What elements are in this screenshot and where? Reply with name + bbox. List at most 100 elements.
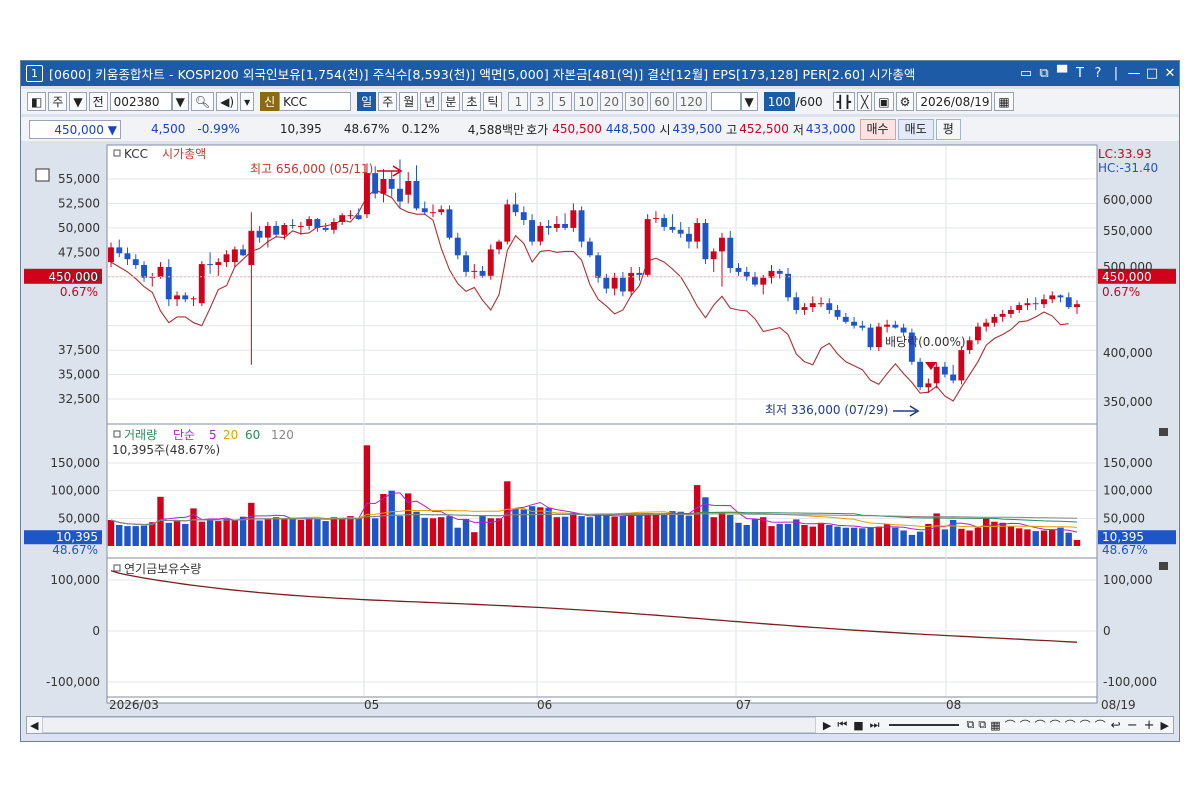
zoom-slider[interactable] (888, 724, 959, 726)
window-number: 1 (26, 65, 43, 82)
draw-icon-7[interactable]: ⌒ (1095, 717, 1106, 733)
volume-bar (677, 511, 684, 546)
search-icon[interactable]: 🔍︎ (190, 92, 215, 111)
candle-body (496, 241, 502, 250)
maximize-icon[interactable]: □ (1143, 66, 1161, 81)
volume-bar (380, 494, 387, 546)
draw-icon-5[interactable]: ⌒ (1065, 717, 1076, 733)
copy-window-icon[interactable]: ⧉ (1035, 66, 1053, 81)
market-select[interactable]: 주 (48, 92, 68, 111)
volume-bar (694, 485, 701, 546)
speaker-dropdown-icon[interactable]: ▾ (240, 92, 255, 111)
buy-button[interactable]: 매수 (859, 118, 896, 140)
interval-30[interactable]: 30 (625, 92, 649, 111)
candle-body (719, 237, 725, 252)
market-dropdown-icon[interactable]: ▼ (69, 92, 87, 111)
volume-bar (264, 518, 272, 546)
volume-bar (314, 518, 321, 546)
close-icon[interactable]: ✕ (1161, 66, 1179, 81)
volume-ratio: 48.67% (343, 122, 390, 136)
interval-10[interactable]: 10 (574, 92, 598, 111)
volume-last-text: 10,395주(48.67%) (112, 443, 220, 457)
prev-button[interactable]: 전 (88, 92, 108, 111)
period-tick-tab[interactable]: 틱 (483, 92, 503, 111)
period-month-tab[interactable]: 월 (399, 92, 419, 111)
chart-scrollbar[interactable]: ◀ ▶ ⏮ ■ ⏭ ⧉ ⧉ ▦ ⌒ ⌒ ⌒ ⌒ ⌒ ⌒ ⌒ ↩ − + ▶ (26, 716, 1174, 734)
zoom-out-icon[interactable]: − (1127, 718, 1138, 733)
indicator-icon[interactable]: ┫┣ (832, 92, 856, 111)
count-input[interactable]: 100 (763, 92, 795, 111)
interval-3[interactable]: 3 (530, 92, 551, 111)
open-price: 439,500 (672, 122, 723, 136)
candle-body (339, 215, 346, 222)
volume-bar (958, 528, 965, 546)
zoom-in-icon[interactable]: + (1144, 718, 1155, 733)
draw-icon-4[interactable]: ⌒ (1050, 717, 1061, 733)
zoom-reset-icon[interactable]: ↩ (1111, 718, 1121, 732)
current-volume-left: 10,395 (56, 530, 98, 544)
settings-icon[interactable]: ⚙ (895, 92, 915, 111)
tool-icon-3[interactable]: ▦ (990, 719, 1000, 732)
volume-bar (272, 517, 280, 546)
candle-body (132, 259, 139, 266)
scroll-track[interactable] (42, 717, 816, 733)
draw-icon-2[interactable]: ⌒ (1020, 717, 1031, 733)
calendar-icon[interactable]: ▦ (994, 92, 1014, 111)
save-icon[interactable]: ▣ (874, 92, 894, 111)
period-week-tab[interactable]: 주 (378, 92, 398, 111)
minimize-icon[interactable]: — (1125, 66, 1143, 81)
tool-icon-1[interactable]: ⧉ (967, 718, 975, 732)
legend-stock-name: KCC (124, 147, 148, 161)
scroll-right-icon[interactable]: ▶ (823, 719, 831, 732)
candle-body (438, 209, 445, 213)
draw-icon-1[interactable]: ⌒ (1005, 717, 1016, 733)
interval-5[interactable]: 5 (552, 92, 573, 111)
interval-120[interactable]: 120 (675, 92, 707, 111)
interval-60[interactable]: 60 (650, 92, 674, 111)
sell-button[interactable]: 매도 (897, 118, 934, 140)
volume-bar (438, 517, 445, 546)
candle-body (190, 298, 197, 300)
scroll-left-icon[interactable]: ◀ (30, 719, 38, 732)
price-axis-label-left: 35,000 (58, 368, 100, 382)
layout-icon[interactable]: ▭ (1017, 66, 1035, 81)
candle-body (595, 255, 602, 278)
date-input[interactable]: 2026/08/19 (916, 92, 993, 111)
current-price-left: 450,000 (48, 270, 98, 284)
candle-body (900, 327, 907, 333)
eval-button[interactable]: 평 (935, 118, 961, 140)
code-dropdown-icon[interactable]: ▼ (171, 92, 189, 111)
tool-icon-2[interactable]: ⧉ (978, 718, 986, 732)
period-second-tab[interactable]: 초 (462, 92, 482, 111)
interval-1[interactable]: 1 (508, 92, 529, 111)
interval-20[interactable]: 20 (599, 92, 624, 111)
chart-area[interactable]: KCC 시가총액 최고 656,000 (05/11) 최저 336,000 (… (21, 143, 1179, 713)
period-year-tab[interactable]: 년 (420, 92, 440, 111)
interval-custom-input[interactable] (710, 92, 741, 111)
speaker-icon[interactable]: ◀) (216, 92, 239, 111)
period-day-tab[interactable]: 일 (357, 92, 377, 111)
trend-icon[interactable]: ╳ (857, 92, 873, 111)
rewind-icon[interactable]: ⏮ (837, 718, 847, 732)
candle-body (933, 366, 940, 384)
stop-icon[interactable]: ■ (853, 719, 863, 732)
draw-icon-3[interactable]: ⌒ (1035, 717, 1046, 733)
panel-toggle-icon[interactable]: ◧ (27, 92, 47, 111)
font-icon[interactable]: T (1071, 66, 1089, 81)
period-minute-tab[interactable]: 분 (441, 92, 461, 111)
stock-code-input[interactable]: 002380 (109, 92, 172, 111)
pin-icon[interactable]: ▀ (1053, 66, 1071, 81)
interval-dropdown-icon[interactable]: ▼ (740, 92, 758, 111)
candle-body (347, 215, 354, 217)
credit-badge[interactable]: 신 (260, 92, 280, 111)
forward-icon[interactable]: ⏭ (870, 718, 880, 732)
stock-name-field[interactable]: KCC (279, 92, 352, 111)
volume-bar (545, 507, 552, 546)
volume-bar (735, 522, 742, 546)
volume-bar (586, 517, 594, 546)
scroll-end-icon[interactable]: ▶ (1161, 719, 1169, 732)
candle-body (562, 224, 568, 228)
volume-axis-label-right: 150,000 (1103, 456, 1153, 470)
draw-icon-6[interactable]: ⌒ (1080, 717, 1091, 733)
help-icon[interactable]: ? (1089, 66, 1107, 81)
